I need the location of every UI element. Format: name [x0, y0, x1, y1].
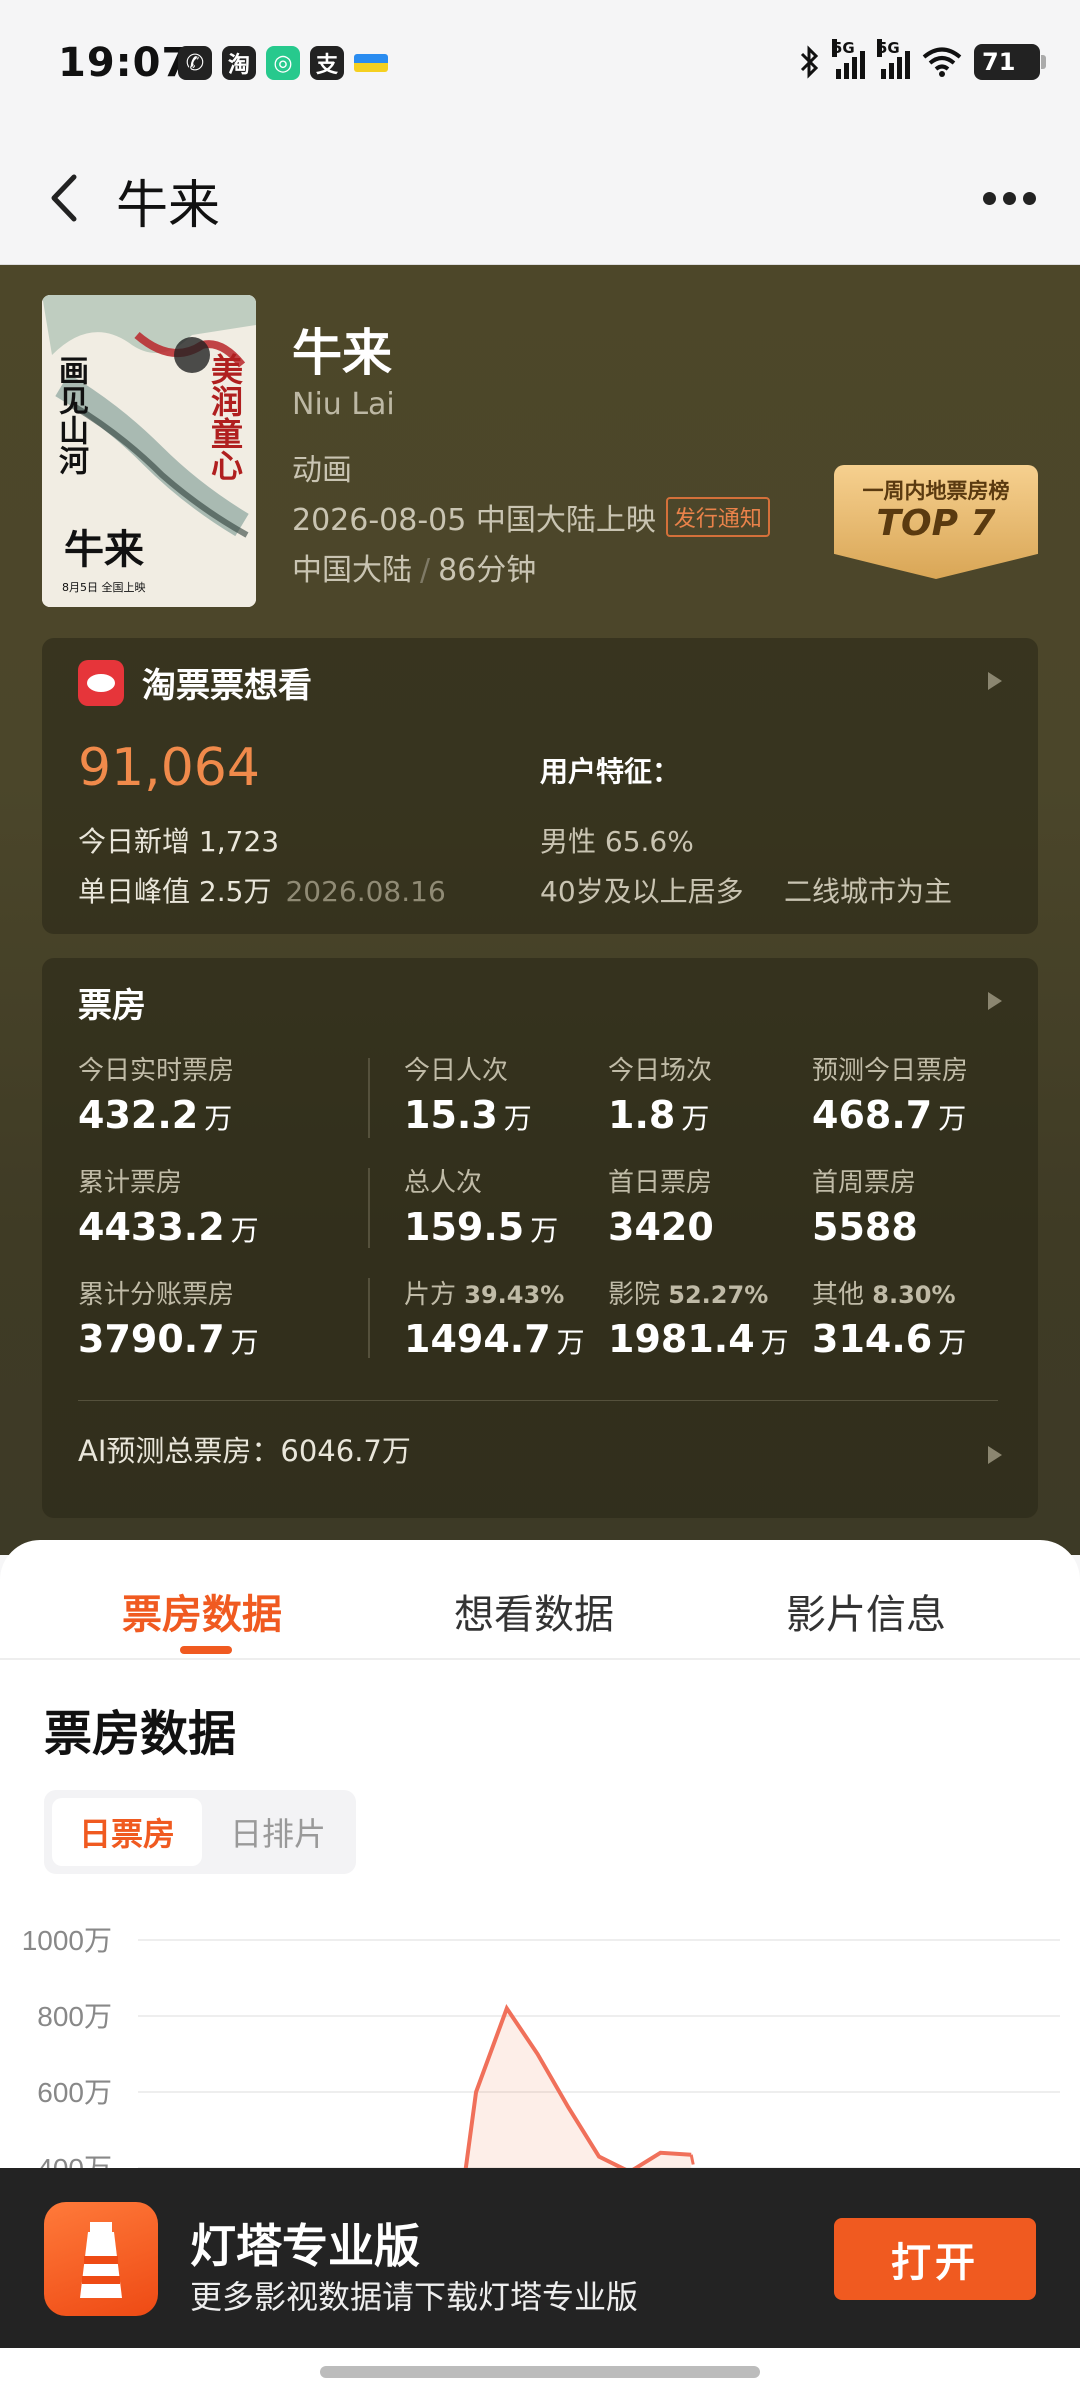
notification-icons: ✆ 淘 ◎ 支 — [178, 46, 388, 80]
status-bar: 19:07 ✆ 淘 ◎ 支 5G 5G 71 — [0, 0, 1080, 135]
app-green-icon: ◎ — [266, 46, 300, 80]
chart-y-tick: 1000万 — [22, 1925, 112, 1956]
release-notice-tag[interactable]: 发行通知 — [665, 497, 770, 537]
box-office-title: 票房 — [78, 986, 146, 1026]
chevron-right-icon[interactable] — [988, 1446, 1002, 1464]
movie-english-title: Niu Lai — [292, 387, 395, 422]
first-week-box-office: 首周票房 5588 — [812, 1168, 918, 1249]
chart-y-tick: 800万 — [37, 2001, 112, 2032]
home-indicator[interactable] — [320, 2366, 760, 2378]
alipay-icon: 支 — [310, 46, 344, 80]
movie-release: 2026-08-05 中国大陆上映 发行通知 — [292, 495, 770, 539]
poster-vertical-left: 画见山河 — [53, 355, 88, 475]
tab-indicator — [180, 1646, 232, 1654]
other-share: 其他 8.30% 314.6 万 — [812, 1280, 967, 1361]
movie-region: 中国大陆 — [292, 553, 412, 588]
today-viewers: 今日人次 15.3 万 — [404, 1056, 532, 1137]
signal-icon-1: 5G — [832, 39, 865, 79]
tab-want-data[interactable]: 想看数据 — [454, 1582, 614, 1640]
nav-bar: 牛来 — [0, 135, 1080, 265]
box-office-card[interactable]: 票房 今日实时票房 432.2 万 今日人次 15.3 万 今日场次 1.8 万 预测… — [42, 958, 1038, 1518]
producer-share: 片方 39.43% 1494.7 万 — [404, 1280, 585, 1361]
chevron-right-icon[interactable] — [988, 992, 1002, 1010]
taopiaopiao-logo-icon — [78, 660, 124, 706]
realtime-box-office: 今日实时票房 432.2 万 — [78, 1056, 235, 1137]
cumulative-box-office: 累计票房 4433.2 万 — [78, 1168, 259, 1249]
first-day-box-office: 首日票房 3420 — [608, 1168, 714, 1249]
promo-banner[interactable]: 灯塔专业版 更多影视数据请下载灯塔专业版 打开 — [0, 2168, 1080, 2348]
section-title: 票房数据 — [44, 1706, 237, 1762]
chart-y-tick: 600万 — [37, 2077, 112, 2108]
total-viewers: 总人次 159.5 万 — [404, 1168, 559, 1249]
want-card-title: 淘票票想看 — [142, 666, 312, 706]
want-today: 今日新增 1,723 — [78, 825, 280, 858]
promo-subtitle: 更多影视数据请下载灯塔专业版 — [190, 2278, 639, 2316]
open-app-button[interactable]: 打开 — [834, 2218, 1036, 2300]
movie-poster[interactable]: 画见山河 美润童心 牛来 8月5日 全国上映 — [42, 295, 256, 607]
movie-genre: 动画 — [292, 453, 352, 488]
rank-badge[interactable]: 一周内地票房榜 TOP 7 — [834, 465, 1038, 579]
flag-icon — [354, 54, 388, 72]
rank-value: TOP 7 — [876, 503, 996, 544]
poster-title: 牛来 — [64, 526, 144, 573]
lighthouse-logo-icon — [44, 2202, 158, 2316]
release-date: 2026-08-05 中国大陆上映 — [292, 503, 656, 538]
more-icon[interactable] — [974, 173, 1044, 223]
user-gender: 男性 65.6% — [540, 825, 694, 858]
forecast-today: 预测今日票房 468.7 万 — [812, 1056, 969, 1137]
rank-label: 一周内地票房榜 — [862, 479, 1010, 503]
want-total: 91,064 — [78, 738, 260, 798]
battery-icon: 71 — [974, 44, 1046, 80]
movie-meta: 中国大陆/86分钟 — [292, 553, 537, 588]
split-box-office: 累计分账票房 3790.7 万 — [78, 1280, 259, 1361]
want-to-see-card[interactable]: 淘票票想看 91,064 今日新增 1,723 单日峰值 2.5万 2026.08… — [42, 638, 1038, 934]
taobao-icon: 淘 — [222, 46, 256, 80]
poster-vertical-right: 美润童心 — [206, 353, 244, 481]
tab-box-office-data[interactable]: 票房数据 — [122, 1582, 282, 1640]
ai-forecast-total[interactable]: AI预测总票房：6046.7万 — [78, 1428, 411, 1470]
status-indicators: 5G 5G 71 — [798, 39, 1046, 80]
user-features-title: 用户特征： — [540, 755, 681, 788]
today-shows: 今日场次 1.8 万 — [608, 1056, 713, 1137]
status-time: 19:07 — [58, 40, 191, 86]
movie-hero: 画见山河 美润童心 牛来 8月5日 全国上映 牛来 Niu Lai 动画 202… — [0, 265, 1080, 1555]
page-title: 牛来 — [116, 176, 221, 236]
seg-daily-schedule[interactable]: 日排片 — [208, 1798, 348, 1866]
tab-movie-info[interactable]: 影片信息 — [786, 1582, 946, 1640]
user-age: 40岁及以上居多 — [540, 875, 744, 908]
wifi-icon — [922, 47, 962, 77]
want-peak: 单日峰值 2.5万 2026.08.16 — [78, 875, 446, 908]
tab-bar: 票房数据 想看数据 影片信息 — [0, 1540, 1080, 1660]
chevron-right-icon[interactable] — [988, 672, 1002, 690]
segmented-control: 日票房 日排片 — [44, 1790, 356, 1874]
back-icon[interactable] — [36, 163, 106, 233]
user-city: 二线城市为主 — [784, 875, 953, 908]
movie-duration: 86分钟 — [438, 553, 537, 588]
wechat-icon: ✆ — [178, 46, 212, 80]
seg-daily-box-office[interactable]: 日票房 — [52, 1798, 202, 1866]
signal-icon-2: 5G — [877, 39, 910, 79]
movie-title: 牛来 — [292, 324, 392, 382]
cinema-share: 影院 52.27% 1981.4 万 — [608, 1280, 789, 1361]
poster-date: 8月5日 全国上映 — [62, 581, 146, 594]
promo-title: 灯塔专业版 — [190, 2219, 420, 2273]
bluetooth-icon — [800, 45, 819, 79]
